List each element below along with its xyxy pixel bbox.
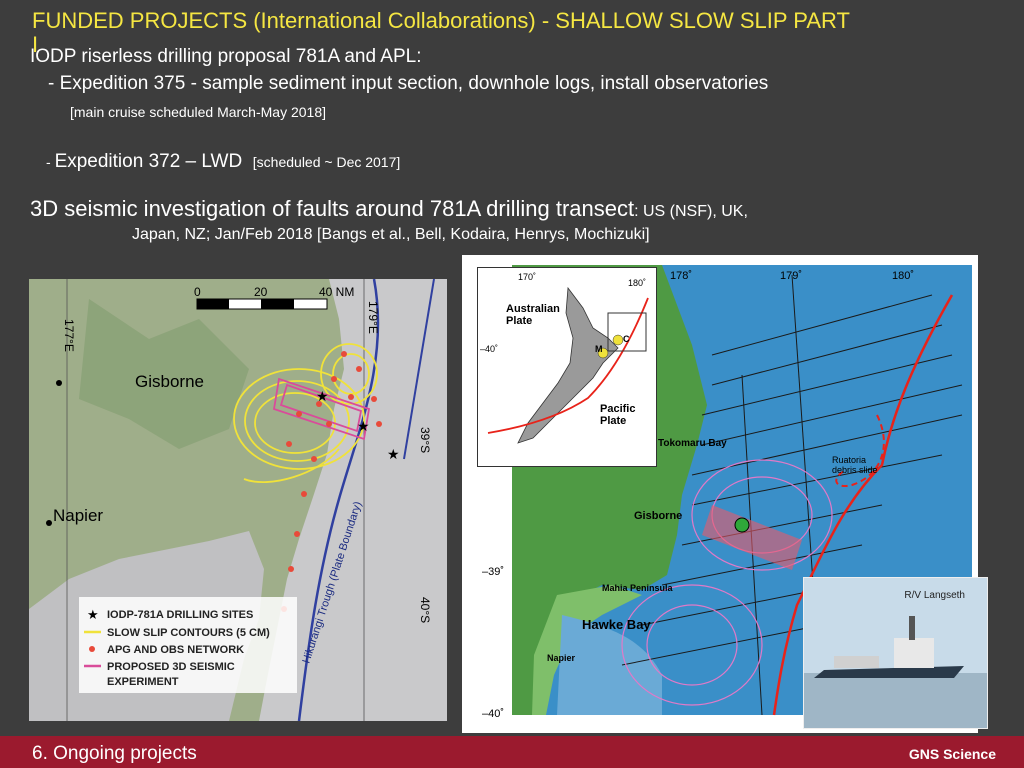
drilling-site-star-3: ★ bbox=[387, 446, 400, 462]
expedition-372-dash: - bbox=[46, 154, 55, 170]
expedition-372-text: Expedition 372 – LWD bbox=[54, 151, 243, 172]
scale-bar-seg3 bbox=[261, 299, 294, 309]
place-napier: Napier bbox=[547, 653, 576, 663]
seismic-partners-line2: Japan, NZ; Jan/Feb 2018 [Bangs et al., B… bbox=[132, 226, 650, 243]
legend-network-swatch bbox=[89, 646, 95, 652]
footer-section-title: 6. Ongoing projects bbox=[32, 743, 197, 764]
place-gisborne: Gisborne bbox=[634, 510, 682, 522]
drilling-site-star-2: ★ bbox=[357, 418, 370, 434]
lon-178-label: 178˚ bbox=[670, 270, 692, 282]
city-napier: Napier bbox=[53, 506, 103, 525]
seismic-investigation-line: 3D seismic investigation of faults aroun… bbox=[30, 196, 748, 222]
scale-bar-seg1 bbox=[197, 299, 229, 309]
inset-m-label: M bbox=[595, 344, 603, 354]
legend-seismic-2: EXPERIMENT bbox=[107, 676, 179, 688]
scale-label-20: 20 bbox=[254, 285, 268, 299]
inset-map: 170˚ 180˚ –40˚ Australian Plate Pacific … bbox=[477, 267, 657, 467]
legend-network: APG AND OBS NETWORK bbox=[107, 644, 244, 656]
legend-seismic: PROPOSED 3D SEISMIC bbox=[107, 661, 235, 673]
lat-39-label: 39°S bbox=[418, 427, 432, 453]
left-map-figure: 0 20 40 NM 177°E 179°E 39°S 40°S ★ ★ ★ G… bbox=[29, 279, 447, 721]
ship-photo: R/V Langseth bbox=[803, 577, 988, 729]
legend-star-icon: ★ bbox=[87, 607, 99, 622]
lon-177-label: 177°E bbox=[62, 319, 76, 352]
ship-mast bbox=[909, 616, 915, 640]
c-marker bbox=[612, 334, 624, 346]
expedition-375-text: - Expedition 375 - sample sediment input… bbox=[48, 73, 769, 94]
ship-sea bbox=[804, 673, 987, 728]
legend-contours: SLOW SLIP CONTOURS (5 CM) bbox=[107, 627, 270, 639]
napier-dot bbox=[46, 520, 52, 526]
inset-lon-170: 170˚ bbox=[518, 272, 536, 282]
expedition-372-line: - Expedition 372 – LWD [scheduled ~ Dec … bbox=[46, 151, 400, 173]
drilling-site-marker bbox=[734, 517, 750, 533]
inset-lon-180: 180˚ bbox=[628, 278, 646, 288]
inset-map-svg: 170˚ 180˚ –40˚ Australian Plate Pacific … bbox=[480, 272, 649, 444]
ship-superstructure bbox=[894, 638, 934, 668]
place-ruatoria: Ruatoria bbox=[832, 455, 866, 465]
inset-lat-40: –40˚ bbox=[480, 344, 498, 354]
place-hawke: Hawke Bay bbox=[582, 617, 651, 632]
seismic-investigation-text: 3D seismic investigation of faults aroun… bbox=[30, 196, 635, 221]
place-ruatoria-2: debris slide bbox=[832, 465, 878, 475]
expedition-375-note: [main cruise scheduled March-May 2018] bbox=[70, 104, 327, 120]
iodp-proposal-text: IODP riserless drilling proposal 781A an… bbox=[30, 46, 422, 67]
inset-australian-2: Plate bbox=[506, 315, 532, 327]
scale-label-40: 40 NM bbox=[319, 285, 354, 299]
place-tokomaru: Tokomaru Bay bbox=[658, 438, 727, 449]
slide-title: FUNDED PROJECTS (International Collabora… bbox=[32, 8, 850, 33]
lon-179-label: 179°E bbox=[366, 301, 380, 334]
place-mahia: Mahia Peninsula bbox=[602, 583, 674, 593]
lat-40-label: –40˚ bbox=[482, 708, 504, 720]
lat-39-label: –39˚ bbox=[482, 566, 504, 578]
gisborne-dot bbox=[56, 380, 62, 386]
inset-australian: Australian bbox=[506, 303, 560, 315]
ship-deck bbox=[834, 656, 879, 668]
legend-sites: IODP-781A DRILLING SITES bbox=[107, 609, 253, 621]
expedition-372-note: [scheduled ~ Dec 2017] bbox=[252, 154, 401, 170]
scale-label-0: 0 bbox=[194, 285, 201, 299]
footer-org-name: GNS Science bbox=[908, 746, 996, 762]
inset-c-label: C bbox=[623, 334, 630, 344]
left-map-svg: 0 20 40 NM 177°E 179°E 39°S 40°S ★ ★ ★ G… bbox=[29, 279, 435, 721]
lat-40-label: 40°S bbox=[418, 597, 432, 623]
ship-caption: R/V Langseth bbox=[904, 590, 965, 601]
inset-pacific: Pacific bbox=[600, 403, 635, 415]
inset-pacific-2: Plate bbox=[600, 415, 626, 427]
drilling-site-star-1: ★ bbox=[316, 388, 329, 404]
seismic-partners-text: : US (NSF), UK, bbox=[634, 203, 748, 220]
city-gisborne: Gisborne bbox=[135, 372, 204, 391]
lon-179-label: 179˚ bbox=[780, 270, 802, 282]
lon-180-label: 180˚ bbox=[892, 270, 914, 282]
